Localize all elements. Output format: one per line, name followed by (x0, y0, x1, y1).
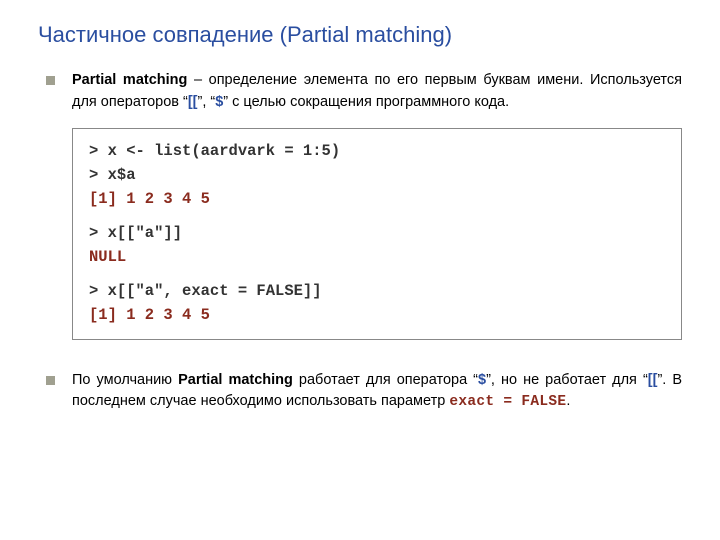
code-output-3: [1] 1 2 3 4 5 (89, 303, 665, 327)
bullet-2-op2: [[ (648, 372, 658, 388)
bullets-bottom: По умолчанию Partial matching работает д… (38, 370, 682, 415)
code-line-1: > x <- list(aardvark = 1:5) (89, 139, 665, 163)
bullet-2-lead: Partial matching (178, 372, 293, 388)
bullet-2-op1: $ (478, 372, 486, 388)
slide-title: Частичное совпадение (Partial matching) (38, 22, 682, 48)
bullet-2-text-2: ”, но не работает для “ (486, 372, 648, 388)
bullet-2-tail: . (566, 393, 570, 409)
bullet-1-lead: Partial matching (72, 72, 187, 88)
code-line-2: > x$a (89, 163, 665, 187)
bullet-2-mono: exact = FALSE (449, 394, 566, 410)
code-line-3: > x[["a"]] (89, 221, 665, 245)
bullet-1-op1: [[ (188, 94, 198, 110)
code-output-2: NULL (89, 245, 665, 269)
bullet-1-text-3: ” с целью сокращения программного кода. (223, 94, 509, 110)
slide: Частичное совпадение (Partial matching) … (0, 0, 720, 540)
bullet-2-pre: По умолчанию (72, 372, 178, 388)
bullet-1: Partial matching – определение элемента … (44, 70, 682, 114)
code-block: > x <- list(aardvark = 1:5) > x$a [1] 1 … (72, 128, 682, 340)
bullet-1-text-2: ”, “ (198, 94, 216, 110)
code-line-4: > x[["a", exact = FALSE]] (89, 279, 665, 303)
bullet-2-text-1: работает для оператора “ (293, 372, 478, 388)
bullet-2: По умолчанию Partial matching работает д… (44, 370, 682, 415)
code-output-1: [1] 1 2 3 4 5 (89, 187, 665, 211)
bullets-top: Partial matching – определение элемента … (38, 70, 682, 114)
